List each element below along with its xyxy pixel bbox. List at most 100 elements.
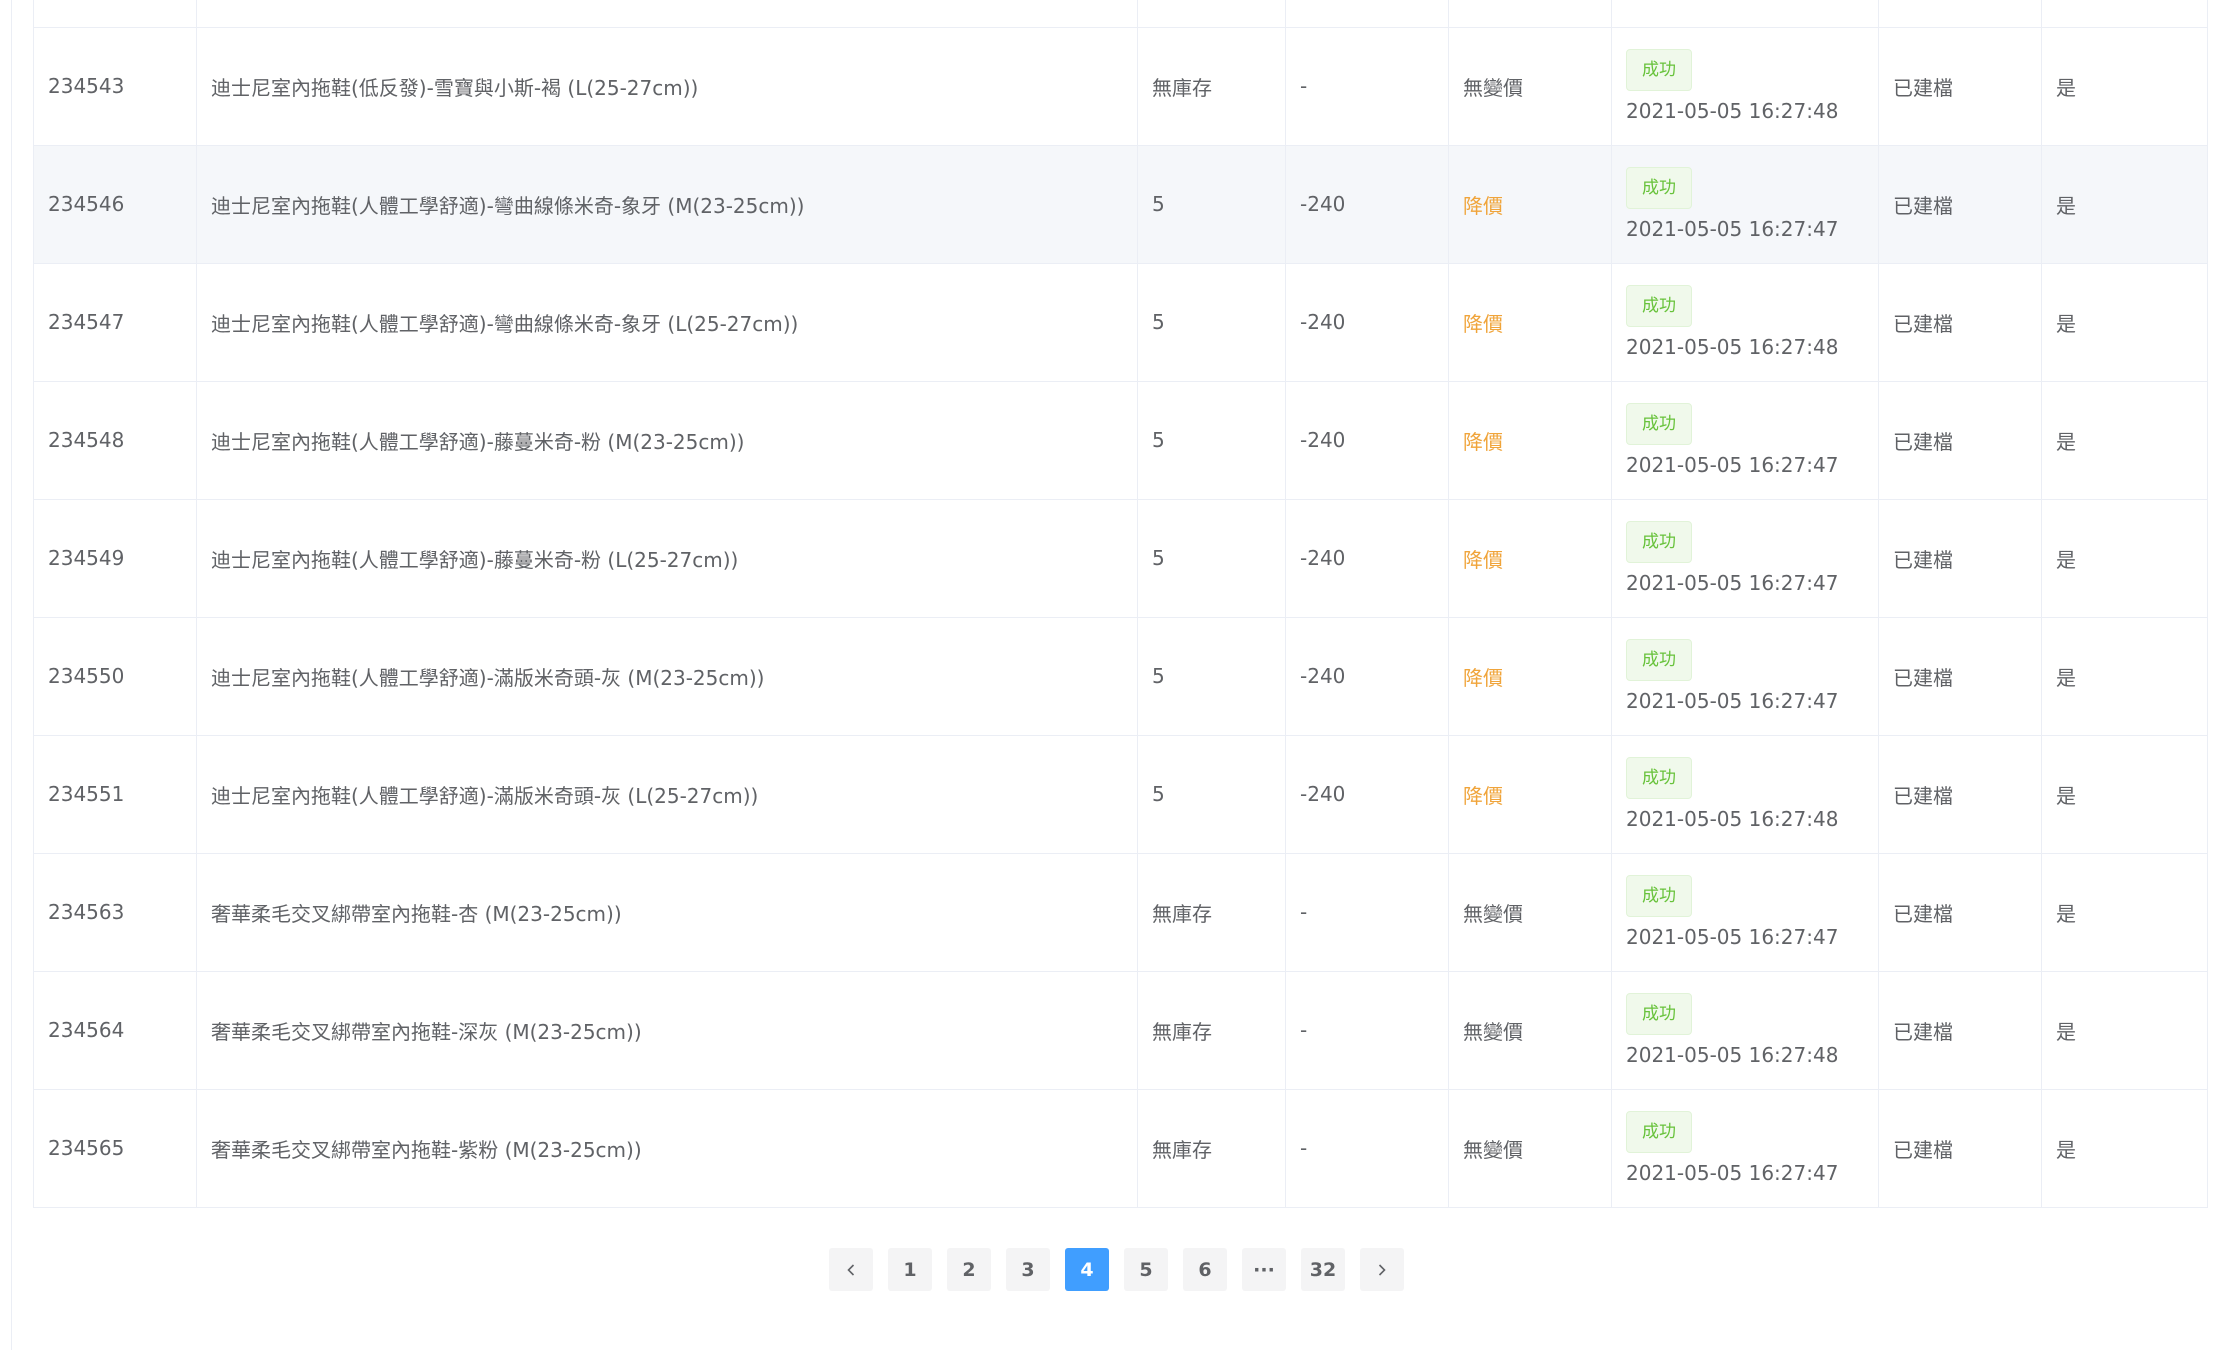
build-status: 已建檔 (1893, 193, 1953, 218)
cell-diff: - (1285, 1088, 1449, 1208)
enabled-flag: 是 (2056, 901, 2076, 926)
cell-diff: - (1285, 970, 1449, 1090)
cell-name: 奢華柔毛交叉綁帶室內拖鞋-深灰 (M(23-25cm)) (196, 970, 1138, 1090)
product-id: 234550 (48, 664, 125, 688)
cell-id: 234546 (33, 144, 197, 264)
sync-timestamp: 2021-05-05 16:27:48 (1626, 99, 1839, 123)
product-id: 234548 (48, 428, 125, 452)
product-id: 234564 (48, 1018, 125, 1042)
product-id: 234551 (48, 782, 125, 806)
stock-value: 無庫存 (1152, 901, 1212, 926)
sync-timestamp: 2021-05-05 16:27:47 (1626, 1161, 1839, 1185)
stock-value: 5 (1152, 310, 1165, 334)
table-row[interactable]: 234550 迪士尼室內拖鞋(人體工學舒適)-滿版米奇頭-灰 (M(23-25c… (33, 616, 2208, 736)
cell-enabled: 是 (2041, 852, 2208, 972)
cell-name: 迪士尼室內拖鞋(人體工學舒適)-彎曲線條米奇-象牙 (L(25-27cm)) (196, 262, 1138, 382)
cell-id: 234564 (33, 970, 197, 1090)
cell-price-status: 無變價 (1448, 852, 1612, 972)
price-diff: -240 (1300, 310, 1346, 334)
status-badge: 成功 (1626, 1111, 1692, 1153)
page-button-6[interactable]: 6 (1183, 1248, 1227, 1291)
cell-price-status: 降價 (1448, 380, 1612, 500)
cell-price-status: 降價 (1448, 144, 1612, 264)
cell-enabled: 是 (2041, 616, 2208, 736)
cell-price-status: 無變價 (1448, 26, 1612, 146)
enabled-flag: 是 (2056, 665, 2076, 690)
cell-sync: 成功 2021-05-05 16:27:48 (1611, 970, 1879, 1090)
price-diff: -240 (1300, 428, 1346, 452)
cell-stock: 無庫存 (1137, 852, 1286, 972)
page-button-5[interactable]: 5 (1124, 1248, 1168, 1291)
product-name: 迪士尼室內拖鞋(人體工學舒適)-藤蔓米奇-粉 (L(25-27cm)) (211, 547, 739, 572)
product-name: 奢華柔毛交叉綁帶室內拖鞋-杏 (M(23-25cm)) (211, 901, 622, 926)
table-row[interactable]: 234548 迪士尼室內拖鞋(人體工學舒適)-藤蔓米奇-粉 (M(23-25cm… (33, 380, 2208, 500)
table-row[interactable]: 234546 迪士尼室內拖鞋(人體工學舒適)-彎曲線條米奇-象牙 (M(23-2… (33, 144, 2208, 264)
table-row[interactable]: 234547 迪士尼室內拖鞋(人體工學舒適)-彎曲線條米奇-象牙 (L(25-2… (33, 262, 2208, 382)
price-status: 降價 (1463, 665, 1503, 690)
stock-value: 5 (1152, 664, 1165, 688)
product-name: 迪士尼室內拖鞋(人體工學舒適)-滿版米奇頭-灰 (M(23-25cm)) (211, 665, 765, 690)
build-status: 已建檔 (1893, 429, 1953, 454)
cell-id: 234563 (33, 852, 197, 972)
page-ellipsis-button[interactable]: ··· (1242, 1248, 1286, 1291)
cell-build: 已建檔 (1878, 144, 2042, 264)
price-diff: - (1300, 900, 1308, 924)
page-button-3[interactable]: 3 (1006, 1248, 1050, 1291)
table-row[interactable]: 234549 迪士尼室內拖鞋(人體工學舒適)-藤蔓米奇-粉 (L(25-27cm… (33, 498, 2208, 618)
cell-id: 234549 (33, 498, 197, 618)
page-button-2[interactable]: 2 (947, 1248, 991, 1291)
cell-id: 234565 (33, 1088, 197, 1208)
build-status: 已建檔 (1893, 665, 1953, 690)
product-name: 奢華柔毛交叉綁帶室內拖鞋-紫粉 (M(23-25cm)) (211, 1137, 642, 1162)
build-status: 已建檔 (1893, 901, 1953, 926)
page-button-4[interactable]: 4 (1065, 1248, 1109, 1291)
cell-stock: 5 (1137, 734, 1286, 854)
stock-value: 無庫存 (1152, 75, 1212, 100)
cell-build: 已建檔 (1878, 734, 2042, 854)
product-name: 奢華柔毛交叉綁帶室內拖鞋-深灰 (M(23-25cm)) (211, 1019, 642, 1044)
product-id: 234543 (48, 74, 125, 98)
cell-stock: 5 (1137, 144, 1286, 264)
table-row[interactable]: 234563 奢華柔毛交叉綁帶室內拖鞋-杏 (M(23-25cm)) 無庫存 -… (33, 852, 2208, 972)
table-row[interactable]: 234565 奢華柔毛交叉綁帶室內拖鞋-紫粉 (M(23-25cm)) 無庫存 … (33, 1088, 2208, 1208)
cell-id: 234548 (33, 380, 197, 500)
build-status: 已建檔 (1893, 1137, 1953, 1162)
cell-stock: 5 (1137, 616, 1286, 736)
table-row[interactable]: 234543 迪士尼室內拖鞋(低反發)-雪寶與小斯-褐 (L(25-27cm))… (33, 26, 2208, 146)
cell-diff: -240 (1285, 616, 1449, 736)
cell-build: 已建檔 (1878, 380, 2042, 500)
cell-build: 已建檔 (1878, 498, 2042, 618)
price-status: 無變價 (1463, 1019, 1523, 1044)
prev-page-button[interactable] (829, 1248, 873, 1291)
enabled-flag: 是 (2056, 311, 2076, 336)
next-page-button[interactable] (1360, 1248, 1404, 1291)
cell-enabled: 是 (2041, 144, 2208, 264)
status-badge: 成功 (1626, 993, 1692, 1035)
enabled-flag: 是 (2056, 783, 2076, 808)
cell-price-status: 無變價 (1448, 970, 1612, 1090)
page-button-32[interactable]: 32 (1301, 1248, 1345, 1291)
price-diff: -240 (1300, 782, 1346, 806)
cell-name: 迪士尼室內拖鞋(人體工學舒適)-藤蔓米奇-粉 (M(23-25cm)) (196, 380, 1138, 500)
pagination: 1 2 3 4 5 6 ··· 32 (829, 1248, 1404, 1291)
price-diff: -240 (1300, 546, 1346, 570)
product-id: 234565 (48, 1136, 125, 1160)
cell-diff: - (1285, 26, 1449, 146)
stock-value: 5 (1152, 192, 1165, 216)
cell-diff: - (1285, 852, 1449, 972)
sync-timestamp: 2021-05-05 16:27:47 (1626, 217, 1839, 241)
table-row[interactable]: 234551 迪士尼室內拖鞋(人體工學舒適)-滿版米奇頭-灰 (L(25-27c… (33, 734, 2208, 854)
cell-sync: 成功 2021-05-05 16:27:48 (1611, 734, 1879, 854)
cell-stock: 無庫存 (1137, 26, 1286, 146)
table-row[interactable]: 234564 奢華柔毛交叉綁帶室內拖鞋-深灰 (M(23-25cm)) 無庫存 … (33, 970, 2208, 1090)
price-status: 降價 (1463, 783, 1503, 808)
cell-stock: 5 (1137, 380, 1286, 500)
enabled-flag: 是 (2056, 75, 2076, 100)
cell-name: 迪士尼室內拖鞋(低反發)-雪寶與小斯-褐 (L(25-27cm)) (196, 26, 1138, 146)
page-button-1[interactable]: 1 (888, 1248, 932, 1291)
chevron-right-icon (1378, 1263, 1386, 1276)
cell-name: 迪士尼室內拖鞋(人體工學舒適)-彎曲線條米奇-象牙 (M(23-25cm)) (196, 144, 1138, 264)
status-badge: 成功 (1626, 875, 1692, 917)
product-name: 迪士尼室內拖鞋(人體工學舒適)-藤蔓米奇-粉 (M(23-25cm)) (211, 429, 745, 454)
cell-diff: -240 (1285, 262, 1449, 382)
